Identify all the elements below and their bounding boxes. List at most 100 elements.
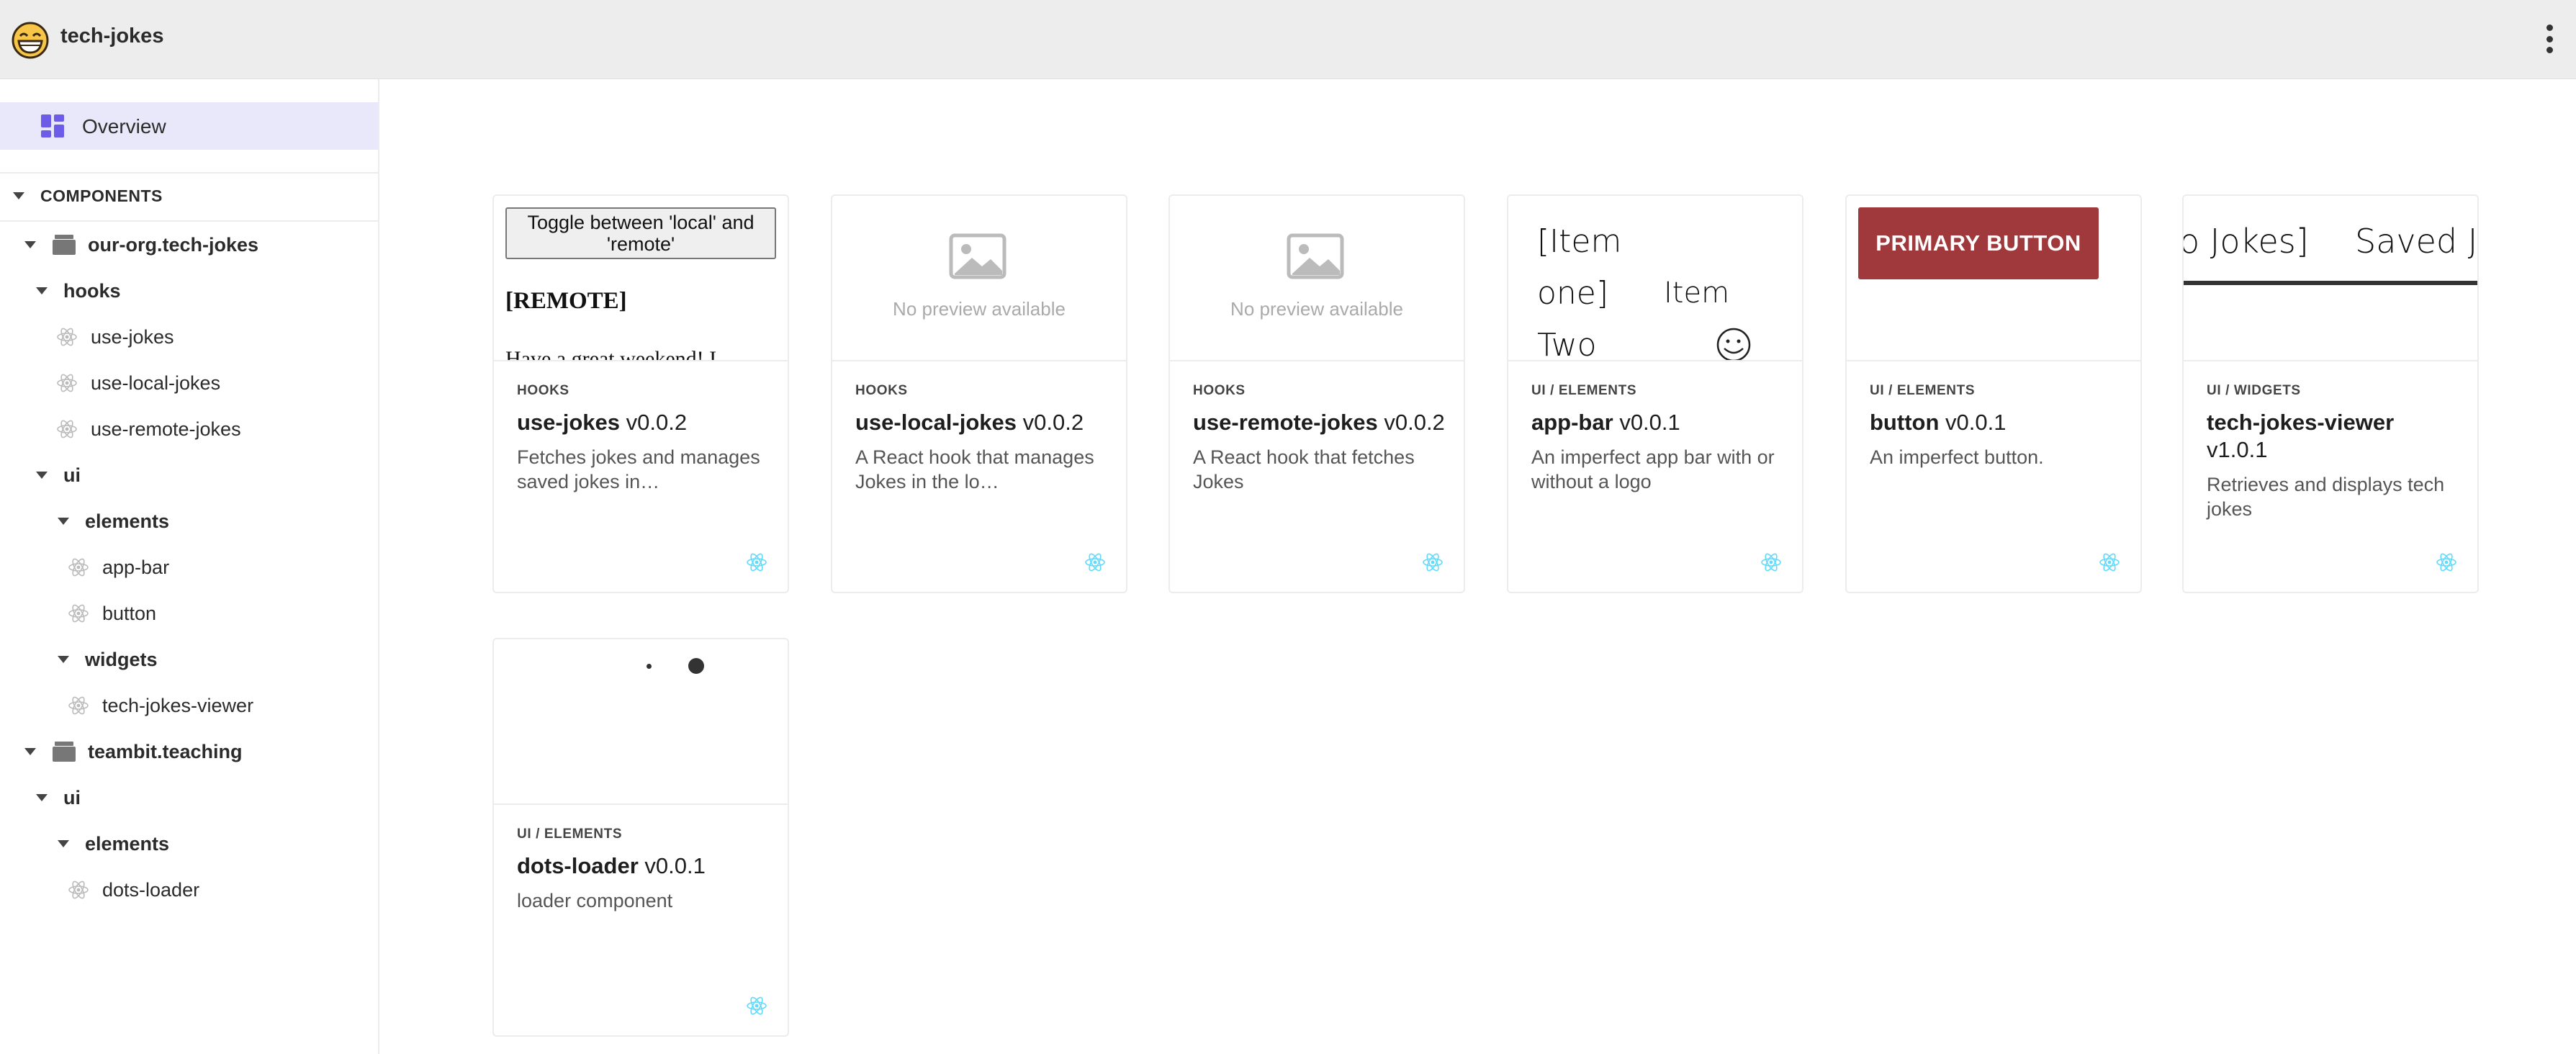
card-description: A React hook that manages Jokes in the l… <box>855 446 1094 492</box>
image-placeholder-icon <box>1287 233 1344 279</box>
react-icon <box>2436 553 2456 572</box>
app-bar-item-two-line1: Item <box>1664 276 1730 310</box>
card-description: loader component <box>517 890 673 911</box>
card-version: v0.0.2 <box>1022 410 1084 435</box>
caret-down-icon <box>36 472 48 479</box>
caret-down-icon <box>36 794 48 801</box>
card-title: use-jokes v0.0.2 <box>517 409 769 436</box>
scope-box-icon <box>53 742 76 762</box>
card-preview: No preview available <box>832 196 1126 361</box>
react-icon <box>68 558 89 577</box>
react-icon <box>57 328 77 346</box>
caret-down-icon <box>13 192 24 199</box>
card-title: tech-jokes-viewer v1.0.1 <box>2207 409 2459 464</box>
card-title: use-remote-jokes v0.0.2 <box>1193 409 1445 436</box>
card-description: A React hook that fetches Jokes <box>1193 446 1415 492</box>
component-card-dots-loader[interactable]: UI / ELEMENTS dots-loader v0.0.1 loader … <box>492 638 789 1037</box>
tree-item-use-jokes[interactable]: use-jokes <box>56 323 174 351</box>
card-name: use-local-jokes <box>855 410 1017 435</box>
top-bar: tech-jokes <box>0 0 2576 79</box>
react-icon <box>68 604 89 623</box>
toggle-source-button[interactable]: Toggle between 'local' and 'remote' <box>505 207 776 259</box>
app-title[interactable]: tech-jokes <box>60 24 163 48</box>
card-preview: PRIMARY BUTTON <box>1847 196 2140 361</box>
card-preview: No preview available <box>1170 196 1464 361</box>
card-category: HOOKS <box>517 383 569 398</box>
scope-label: our-org.tech-jokes <box>88 233 259 256</box>
tree-group-elements[interactable]: elements <box>58 829 169 858</box>
card-title: app-bar v0.0.1 <box>1531 409 1783 436</box>
card-version: v0.0.1 <box>644 853 706 878</box>
no-preview-text: No preview available <box>893 298 1066 320</box>
tab-saved-jokes[interactable]: Saved J <box>2355 222 2477 261</box>
sidebar-item-overview[interactable]: Overview <box>0 102 378 150</box>
card-preview: Toggle between 'local' and 'remote' [REM… <box>494 196 788 361</box>
component-card-tech-jokes-viewer[interactable]: o Jokes] Saved J UI / WIDGETS tech-jokes… <box>2182 194 2479 593</box>
dashboard-icon <box>41 114 64 138</box>
component-card-use-local-jokes[interactable]: No preview available HOOKS use-local-jok… <box>831 194 1127 593</box>
group-label: ui <box>63 464 81 486</box>
loader-dot <box>647 664 652 669</box>
card-title: use-local-jokes v0.0.2 <box>855 409 1107 436</box>
item-label: tech-jokes-viewer <box>102 694 254 716</box>
item-label: use-remote-jokes <box>91 418 241 440</box>
caret-down-icon <box>58 656 69 663</box>
card-category: HOOKS <box>1193 383 1246 398</box>
component-card-use-jokes[interactable]: Toggle between 'local' and 'remote' [REM… <box>492 194 789 593</box>
app-bar-item-one-line2: one] <box>1537 275 1609 312</box>
tree-item-tech-jokes-viewer[interactable]: tech-jokes-viewer <box>68 691 253 720</box>
card-description: Fetches jokes and manages saved jokes in… <box>517 446 760 492</box>
component-card-use-remote-jokes[interactable]: No preview available HOOKS use-remote-jo… <box>1168 194 1465 593</box>
item-label: use-local-jokes <box>91 371 221 394</box>
group-label: ui <box>63 786 81 808</box>
tree-item-dots-loader[interactable]: dots-loader <box>68 875 199 904</box>
item-label: app-bar <box>102 556 170 578</box>
tree-item-use-remote-jokes[interactable]: use-remote-jokes <box>56 415 241 443</box>
tree-group-ui[interactable]: ui <box>36 461 81 490</box>
card-title: button v0.0.1 <box>1870 409 2122 436</box>
card-preview <box>494 639 788 805</box>
scope-our-org-tech-jokes[interactable]: our-org.tech-jokes <box>24 230 258 259</box>
tab-underline <box>2184 281 2477 285</box>
group-label: hooks <box>63 279 121 302</box>
group-label: widgets <box>85 648 158 670</box>
scope-teambit-teaching[interactable]: teambit.teaching <box>24 737 243 766</box>
caret-down-icon <box>58 518 69 525</box>
component-card-button[interactable]: PRIMARY BUTTON UI / ELEMENTS button v0.0… <box>1845 194 2142 593</box>
component-card-app-bar[interactable]: [Item one] Item Two UI / ELEMENTS app-ba… <box>1507 194 1803 593</box>
mode-label: [REMOTE] <box>505 288 627 314</box>
image-placeholder-icon <box>949 233 1006 279</box>
react-icon <box>57 374 77 392</box>
react-icon <box>1423 553 1443 572</box>
card-preview: o Jokes] Saved J <box>2184 196 2477 361</box>
tree-group-widgets[interactable]: widgets <box>58 645 158 674</box>
card-version: v1.0.1 <box>2207 437 2268 462</box>
tab-jokes[interactable]: o Jokes] <box>2184 222 2309 261</box>
tree-item-button[interactable]: button <box>68 599 156 628</box>
divider <box>0 220 378 222</box>
grinning-face-icon[interactable] <box>12 22 49 59</box>
card-version: v0.0.2 <box>626 410 688 435</box>
sidebar: Overview COMPONENTS our-org.tech-jokes h… <box>0 79 379 1054</box>
item-label: use-jokes <box>91 325 174 348</box>
react-icon <box>2099 553 2120 572</box>
tree-group-elements[interactable]: elements <box>58 507 169 536</box>
card-version: v0.0.1 <box>1619 410 1680 435</box>
divider <box>0 172 378 174</box>
caret-down-icon <box>36 287 48 294</box>
tree-item-use-local-jokes[interactable]: use-local-jokes <box>56 369 220 397</box>
card-version: v0.0.1 <box>1945 410 2007 435</box>
caret-down-icon <box>24 241 36 248</box>
tree-group-hooks[interactable]: hooks <box>36 276 121 305</box>
react-icon <box>68 880 89 899</box>
card-preview: [Item one] Item Two <box>1508 196 1802 361</box>
more-vertical-icon[interactable] <box>2544 24 2554 53</box>
tree-group-ui[interactable]: ui <box>36 783 81 812</box>
react-icon <box>1761 553 1781 572</box>
tree-item-app-bar[interactable]: app-bar <box>68 553 169 582</box>
section-components[interactable]: COMPONENTS <box>13 181 163 210</box>
group-label: elements <box>85 510 170 532</box>
smiley-logo-icon <box>1716 328 1751 360</box>
card-description: An imperfect button. <box>1870 446 2044 468</box>
primary-button[interactable]: PRIMARY BUTTON <box>1858 207 2099 279</box>
